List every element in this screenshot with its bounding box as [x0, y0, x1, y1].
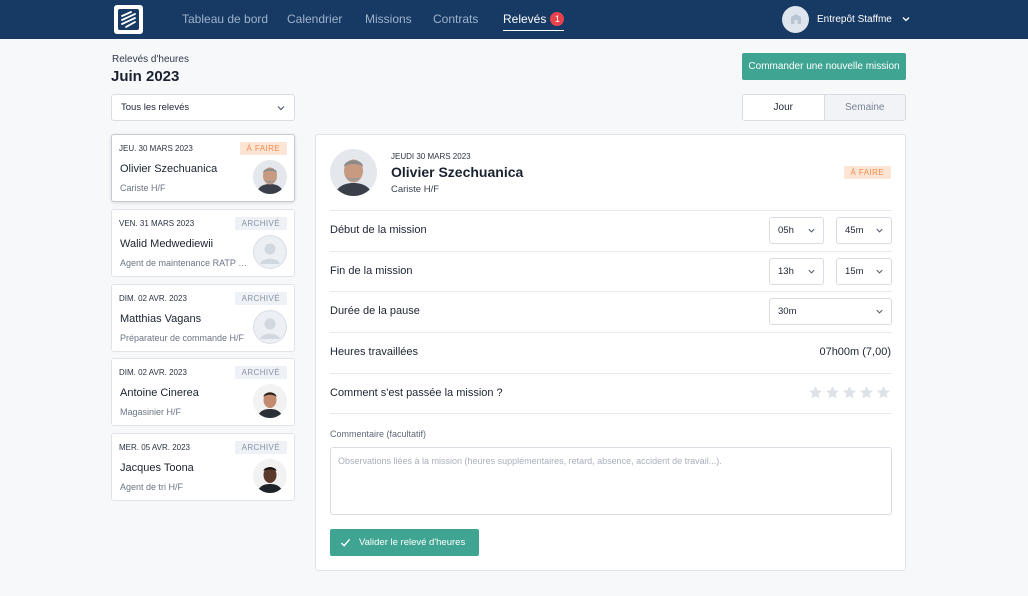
star-icon[interactable] [876, 385, 891, 400]
break-duration-value: 30m [778, 306, 797, 317]
start-minute-select[interactable]: 45m [836, 217, 892, 244]
timesheet-card[interactable]: DIM. 02 AVR. 2023 ARCHIVÉ Matthias Vagan… [111, 284, 295, 352]
avatar-placeholder [253, 310, 287, 344]
card-worker-name: Antoine Cinerea [120, 387, 199, 399]
comment-label: Commentaire (facultatif) [330, 429, 427, 439]
account-avatar [782, 5, 809, 33]
chevron-down-icon [808, 269, 815, 274]
start-hour-value: 05h [778, 225, 794, 236]
card-worker-name: Olivier Szechuanica [120, 163, 218, 175]
card-date: DIM. 02 AVR. 2023 [119, 294, 187, 303]
break-label: Durée de la pause [330, 305, 420, 317]
timesheet-card[interactable]: MER. 05 AVR. 2023 ARCHIVÉ Jacques Toona … [111, 433, 295, 501]
card-date: MER. 05 AVR. 2023 [119, 443, 190, 452]
status-badge: À FAIRE [239, 142, 287, 155]
detail-date: JEUDI 30 MARS 2023 [391, 152, 471, 161]
nav-releves-label: Relevés [503, 12, 547, 26]
validate-timesheet-button[interactable]: Valider le relevé d'heures [330, 529, 479, 556]
chevron-down-icon [876, 228, 883, 233]
avatar [253, 160, 287, 194]
filter-select-value: Tous les relevés [121, 102, 190, 113]
breadcrumb: Relevés d'heures [112, 54, 189, 65]
timesheet-card[interactable]: JEU. 30 MARS 2023 À FAIRE Olivier Szechu… [111, 134, 295, 202]
nav-calendrier[interactable]: Calendrier [287, 12, 342, 26]
nav-tableau-de-bord[interactable]: Tableau de bord [182, 12, 268, 26]
validate-timesheet-label: Valider le relevé d'heures [359, 537, 466, 548]
rating-stars [808, 385, 891, 400]
view-day-tab[interactable]: Jour [743, 95, 825, 120]
worker-avatar [330, 149, 377, 196]
top-navbar: Tableau de bord Calendrier Missions Cont… [0, 0, 1028, 39]
card-worker-name: Walid Medwediewii [120, 238, 214, 250]
end-minute-value: 15m [845, 266, 864, 277]
filter-select[interactable]: Tous les relevés [111, 94, 295, 121]
view-toggle: Jour Semaine [742, 94, 906, 121]
check-icon [340, 538, 351, 547]
card-date: DIM. 02 AVR. 2023 [119, 368, 187, 377]
card-worker-job: Agent de maintenance RATP H/F [120, 258, 248, 268]
worked-hours-value: 07h00m (7,00) [819, 346, 891, 358]
nav-releves-badge: 1 [550, 12, 565, 26]
worked-hours-label: Heures travaillées [330, 346, 419, 358]
card-date: JEU. 30 MARS 2023 [119, 144, 193, 153]
start-hour-select[interactable]: 05h [769, 217, 824, 244]
start-minute-value: 45m [845, 225, 864, 236]
timesheet-detail-panel: JEUDI 30 MARS 2023 Olivier Szechuanica C… [315, 134, 906, 571]
end-hour-select[interactable]: 13h [769, 258, 824, 285]
divider [330, 210, 892, 211]
timesheet-card[interactable]: DIM. 02 AVR. 2023 ARCHIVÉ Antoine Cinere… [111, 358, 295, 426]
star-icon[interactable] [825, 385, 840, 400]
end-hour-value: 13h [778, 266, 794, 277]
building-icon [790, 14, 801, 24]
nav-releves[interactable]: Relevés 1 [503, 12, 565, 31]
avatar [253, 459, 287, 493]
chevron-down-icon [876, 309, 883, 314]
card-worker-job: Magasinier H/F [120, 407, 182, 417]
chevron-down-icon [876, 269, 883, 274]
detail-worker-job: Cariste H/F [391, 184, 440, 195]
star-icon[interactable] [859, 385, 874, 400]
card-worker-name: Jacques Toona [120, 462, 194, 474]
page-title: Juin 2023 [111, 68, 180, 85]
account-name: Entrepôt Staffme [817, 13, 892, 25]
divider [330, 373, 892, 374]
timesheet-card[interactable]: VEN. 31 MARS 2023 ARCHIVÉ Walid Medwedie… [111, 209, 295, 277]
order-mission-button[interactable]: Commander une nouvelle mission [742, 53, 906, 80]
nav-contrats[interactable]: Contrats [433, 12, 478, 26]
detail-worker-name: Olivier Szechuanica [391, 164, 524, 180]
status-badge: ARCHIVÉ [234, 441, 287, 454]
nav-missions[interactable]: Missions [365, 12, 412, 26]
card-worker-job: Préparateur de commande H/F [120, 333, 245, 343]
card-worker-job: Cariste H/F [120, 183, 166, 193]
start-label: Début de la mission [330, 224, 427, 236]
status-badge: ARCHIVÉ [234, 292, 287, 305]
view-week-tab[interactable]: Semaine [825, 95, 906, 120]
rating-label: Comment s'est passée la mission ? [330, 387, 503, 399]
chevron-down-icon [808, 228, 815, 233]
divider [330, 413, 892, 414]
avatar [253, 384, 287, 418]
divider [330, 291, 892, 292]
end-minute-select[interactable]: 15m [836, 258, 892, 285]
chevron-down-icon [902, 17, 910, 22]
account-menu[interactable]: Entrepôt Staffme [782, 5, 912, 33]
logo-icon [118, 9, 139, 30]
card-worker-job: Agent de tri H/F [120, 482, 184, 492]
star-icon[interactable] [842, 385, 857, 400]
card-worker-name: Matthias Vagans [120, 313, 202, 325]
status-badge: ARCHIVÉ [234, 366, 287, 379]
status-badge: ARCHIVÉ [234, 217, 287, 230]
end-label: Fin de la mission [330, 265, 413, 277]
chevron-down-icon [277, 106, 285, 111]
status-badge: À FAIRE [843, 166, 891, 179]
star-icon[interactable] [808, 385, 823, 400]
card-date: VEN. 31 MARS 2023 [119, 219, 195, 228]
divider [330, 332, 892, 333]
comment-field[interactable] [330, 447, 892, 515]
break-duration-select[interactable]: 30m [769, 298, 892, 325]
divider [330, 251, 892, 252]
app-logo[interactable] [114, 5, 143, 34]
avatar-placeholder [253, 235, 287, 269]
